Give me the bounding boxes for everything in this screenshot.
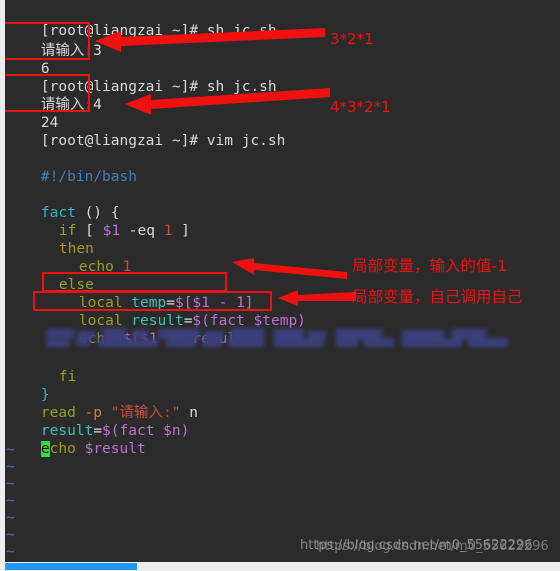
echo-value-3: $result xyxy=(75,441,146,457)
window-left-gutter xyxy=(0,0,5,571)
fi-keyword: fi xyxy=(58,369,77,385)
note-3-factorial: 3*2*1 xyxy=(330,30,374,48)
vim-cursor: e xyxy=(40,441,50,457)
vim-empty-line-marker: ~ xyxy=(6,510,15,526)
echo-value-1: 1 xyxy=(113,259,132,275)
horizontal-scrollbar-thumb[interactable] xyxy=(5,563,137,570)
if-bracket-close: ] xyxy=(172,223,190,239)
vim-empty-line-marker: ~ xyxy=(6,493,15,509)
echo-keyword-3: cho xyxy=(49,441,76,457)
if-operator: -eq xyxy=(120,223,164,239)
code-line-echo-3[interactable]: echo $result xyxy=(6,422,146,476)
note-4-factorial: 4*3*2*1 xyxy=(330,98,391,116)
shell-command-3: vim jc.sh xyxy=(198,133,286,149)
vim-empty-line-marker: ~ xyxy=(6,527,15,543)
redacted-line xyxy=(6,326,516,350)
shell-command: sh jc.sh xyxy=(198,23,277,39)
shell-command-2: sh jc.sh xyxy=(198,79,277,95)
note-local-temp: 局部变量，输入的值-1 xyxy=(352,257,507,275)
shebang-text: #!/bin/bash xyxy=(40,169,137,185)
vim-empty-line-marker: ~ xyxy=(6,459,15,475)
vim-empty-line-marker: ~ xyxy=(6,544,15,560)
watermark-url-shadow: https://blog.csdn.net/m0_55622296 xyxy=(316,539,549,554)
if-variable: $1 xyxy=(102,223,121,239)
shell-prompt-3: [root@liangzai ~]# xyxy=(40,133,199,149)
terminal-window: [root@liangzai ~]# sh jc.sh 请输入:3 6 [roo… xyxy=(0,0,560,571)
note-local-result: 局部变量，自己调用自己 xyxy=(352,288,523,306)
vim-empty-line-marker: ~ xyxy=(6,442,15,458)
program-output-prompt-1: 请输入:3 xyxy=(40,43,102,59)
vim-empty-line-marker: ~ xyxy=(6,476,15,492)
horizontal-scrollbar[interactable] xyxy=(0,562,560,571)
